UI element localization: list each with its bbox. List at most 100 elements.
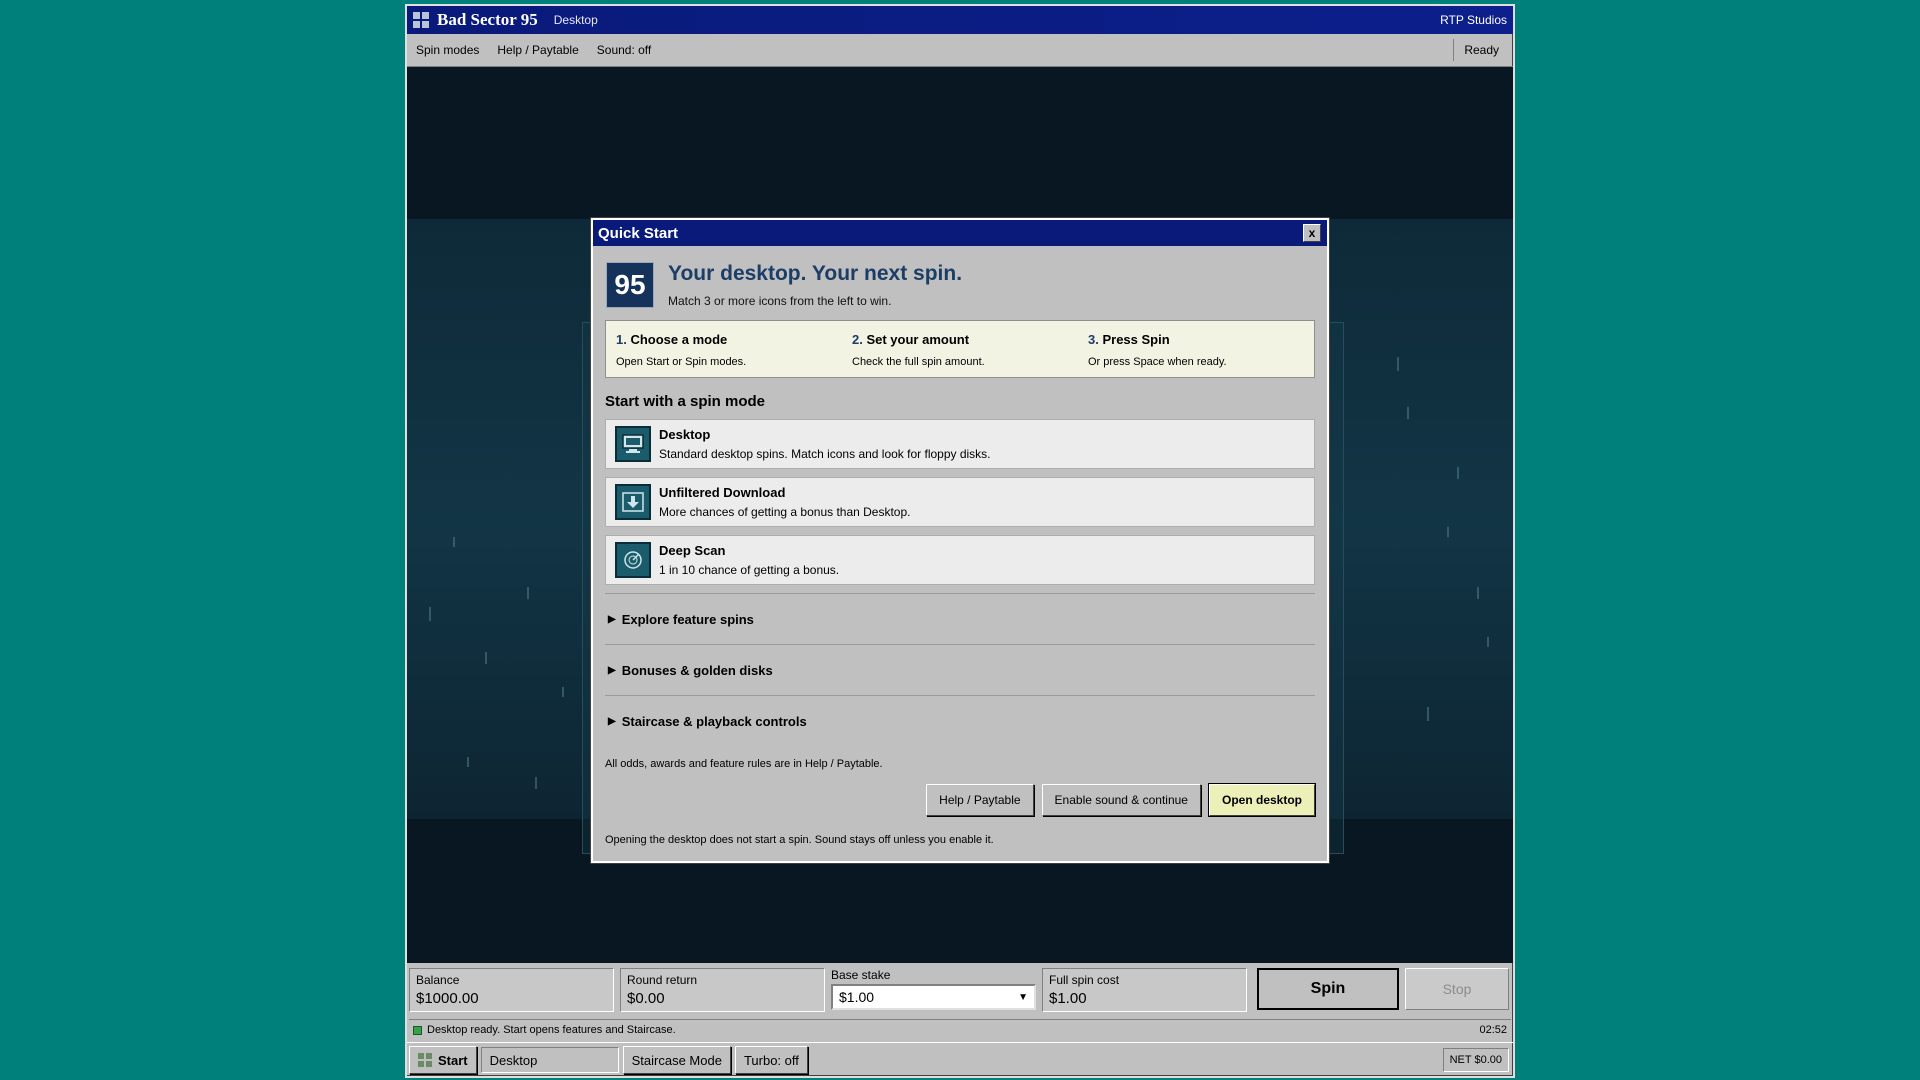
steps-panel: 1. Choose a mode Open Start or Spin mode… — [605, 320, 1315, 378]
full-spin-cost-field: Full spin cost $1.00 — [1042, 968, 1247, 1012]
dialog-title: Quick Start — [598, 224, 679, 242]
taskbar-desktop-button[interactable]: Desktop — [480, 1047, 619, 1073]
dialog-hero: 95 Your desktop. Your next spin. Match 3… — [593, 246, 1327, 308]
status-indicator-icon — [413, 1025, 422, 1035]
step-number: 2. — [852, 332, 863, 347]
round-return-value: $0.00 — [627, 990, 665, 1007]
rain-streak — [467, 757, 469, 767]
base-stake-select[interactable]: $1.00 ▼ — [831, 984, 1036, 1010]
logo-badge: 95 — [606, 262, 654, 308]
accordion-staircase-playback[interactable]: ▶ Staircase & playback controls — [605, 695, 1315, 746]
step-item: 3. Press Spin Or press Space when ready. — [1078, 321, 1314, 377]
caret-right-icon: ▶ — [608, 613, 616, 625]
app-logo-icon — [413, 12, 429, 28]
taskbar: Start Desktop Staircase Mode Turbo: off … — [407, 1042, 1513, 1077]
round-return-field: Round return $0.00 — [620, 968, 825, 1012]
accordion-explore-feature-spins[interactable]: ▶ Explore feature spins — [605, 593, 1315, 644]
spin-mode-list: Desktop Standard desktop spins. Match ic… — [605, 419, 1315, 585]
rain-streak — [562, 687, 564, 697]
turbo-toggle-button[interactable]: Turbo: off — [734, 1046, 808, 1074]
close-button[interactable]: x — [1303, 224, 1321, 242]
mode-desktop[interactable]: Desktop Standard desktop spins. Match ic… — [605, 419, 1315, 469]
close-icon: x — [1308, 226, 1316, 240]
base-stake-label: Base stake — [831, 968, 891, 982]
monitor-icon — [615, 426, 651, 462]
menu-help-paytable[interactable]: Help / Paytable — [488, 43, 587, 57]
start-label: Start — [438, 1052, 468, 1068]
mode-desc: 1 in 10 chance of getting a bonus. — [659, 563, 840, 577]
chevron-down-icon: ▼ — [1018, 991, 1028, 1003]
menu-spin-modes[interactable]: Spin modes — [407, 43, 488, 57]
rain-streak — [1457, 467, 1459, 479]
mode-name: Deep Scan — [659, 543, 726, 558]
step-desc: Check the full spin amount. — [852, 356, 985, 368]
step-item: 1. Choose a mode Open Start or Spin mode… — [606, 321, 842, 377]
status-message: Desktop ready. Start opens features and … — [427, 1024, 676, 1036]
full-spin-cost-label: Full spin cost — [1049, 973, 1120, 987]
mode-name: Unfiltered Download — [659, 485, 786, 500]
rain-streak — [429, 607, 431, 621]
rain-streak — [1487, 637, 1489, 647]
rain-streak — [527, 587, 529, 599]
enable-sound-button[interactable]: Enable sound & continue — [1041, 784, 1201, 816]
radar-icon — [615, 542, 651, 578]
step-desc: Or press Space when ready. — [1088, 356, 1227, 368]
rain-streak — [1397, 357, 1399, 371]
base-stake-field: Base stake $1.00 ▼ — [831, 968, 1036, 1012]
balance-field: Balance $1000.00 — [409, 968, 614, 1012]
staircase-mode-button[interactable]: Staircase Mode — [622, 1046, 731, 1074]
quick-start-dialog: Quick Start x 95 Your desktop. Your next… — [590, 217, 1330, 864]
mode-name: Desktop — [659, 427, 711, 442]
mode-desc: More chances of getting a bonus than Des… — [659, 505, 911, 519]
menu-sound-toggle[interactable]: Sound: off — [588, 43, 661, 57]
step-title: Choose a mode — [630, 332, 728, 347]
app-subtitle: Desktop — [553, 13, 598, 27]
menu-bar: Spin modes Help / Paytable Sound: off Re… — [407, 34, 1513, 67]
rules-footnote: All odds, awards and feature rules are i… — [605, 758, 883, 770]
accordion-label: Bonuses & golden disks — [621, 662, 773, 678]
stop-button[interactable]: Stop — [1405, 968, 1509, 1010]
download-icon — [615, 484, 651, 520]
start-button[interactable]: Start — [409, 1046, 477, 1074]
help-paytable-button[interactable]: Help / Paytable — [926, 784, 1034, 816]
title-bar: Bad Sector 95 Desktop RTP Studios — [407, 6, 1513, 34]
base-stake-value: $1.00 — [839, 989, 875, 1005]
rain-streak — [1477, 587, 1479, 599]
spin-mode-section-title: Start with a spin mode — [605, 393, 766, 410]
step-item: 2. Set your amount Check the full spin a… — [842, 321, 1078, 377]
mode-desc: Standard desktop spins. Match icons and … — [659, 447, 991, 461]
status-clock: 02:52 — [1479, 1024, 1507, 1036]
accordion-label: Staircase & playback controls — [621, 713, 807, 729]
step-desc: Open Start or Spin modes. — [616, 356, 747, 368]
caret-right-icon: ▶ — [608, 664, 616, 676]
studio-name: RTP Studios — [1440, 13, 1507, 27]
balance-label: Balance — [416, 973, 460, 987]
rain-streak — [1447, 527, 1449, 537]
dialog-heading: Your desktop. Your next spin. — [668, 262, 963, 285]
accordion-label: Explore feature spins — [621, 611, 754, 627]
rain-streak — [1407, 407, 1409, 419]
open-desktop-button[interactable]: Open desktop — [1207, 783, 1317, 817]
rain-streak — [535, 777, 537, 789]
step-title: Press Spin — [1102, 332, 1170, 347]
full-spin-cost-value: $1.00 — [1049, 990, 1087, 1007]
net-readout: NET $0.00 — [1442, 1048, 1509, 1072]
step-title: Set your amount — [866, 332, 970, 347]
step-number: 3. — [1088, 332, 1099, 347]
round-return-label: Round return — [627, 973, 698, 987]
spin-button[interactable]: Spin — [1257, 968, 1399, 1010]
feature-accordion: ▶ Explore feature spins ▶ Bonuses & gold… — [605, 593, 1315, 746]
accordion-bonuses-golden-disks[interactable]: ▶ Bonuses & golden disks — [605, 644, 1315, 695]
mode-deep-scan[interactable]: Deep Scan 1 in 10 chance of getting a bo… — [605, 535, 1315, 585]
dialog-title-bar: Quick Start x — [593, 220, 1327, 246]
rain-streak — [453, 537, 455, 547]
status-bar: Desktop ready. Start opens features and … — [409, 1019, 1511, 1040]
balance-value: $1000.00 — [416, 990, 479, 1007]
dialog-note: Opening the desktop does not start a spi… — [605, 834, 994, 846]
mode-unfiltered-download[interactable]: Unfiltered Download More chances of gett… — [605, 477, 1315, 527]
ready-status: Ready — [1453, 39, 1509, 61]
rain-streak — [1427, 707, 1429, 721]
start-logo-icon — [418, 1053, 432, 1067]
rain-streak — [485, 652, 487, 664]
caret-right-icon: ▶ — [608, 715, 616, 727]
